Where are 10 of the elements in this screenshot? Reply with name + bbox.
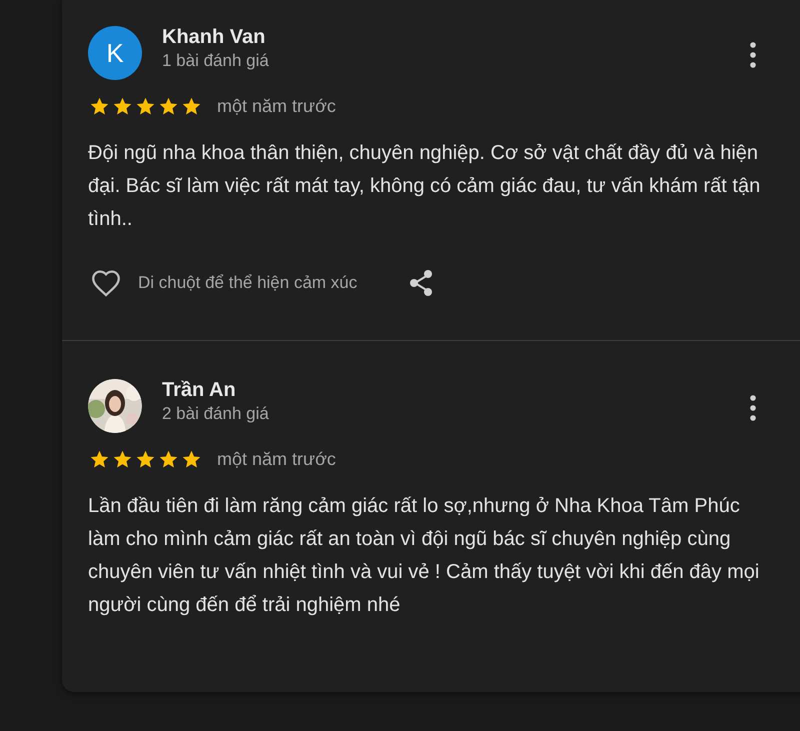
author-name: Khanh Van: [162, 26, 266, 49]
review-text: Đội ngũ nha khoa thân thiện, chuyên nghiệp. Cơ sở vật chất đầy đủ và hiện đại. Bác sĩ làm việc rất mát tay, không có cảm giác đau, tư vấn khám rất tận tình..: [88, 141, 762, 232]
review-text: Lần đầu tiên đi làm răng cảm giác rất lo sợ,nhưng ở Nha Khoa Tâm Phúc làm cho mình cảm giác rất an toàn vì đội ngũ bác sĩ chuyên nghiệp cùng chuyên viên tư vấn nhiệt tình và vui vẻ ! Cảm thấy tuyệt vời khi đến đây mọi người cùng đến để trải nghiệm nhé: [88, 494, 760, 618]
avatar: K: [88, 26, 142, 80]
review-time: một năm trước: [217, 96, 336, 117]
review-count: 2 bài đánh giá: [162, 404, 270, 424]
author-name: Trần An: [162, 379, 237, 402]
review-time: một năm trước: [217, 449, 336, 470]
reaction-hint: Di chuột để thể hiện cảm xúc: [138, 273, 358, 293]
review-count: 1 bài đánh giá: [162, 51, 270, 71]
